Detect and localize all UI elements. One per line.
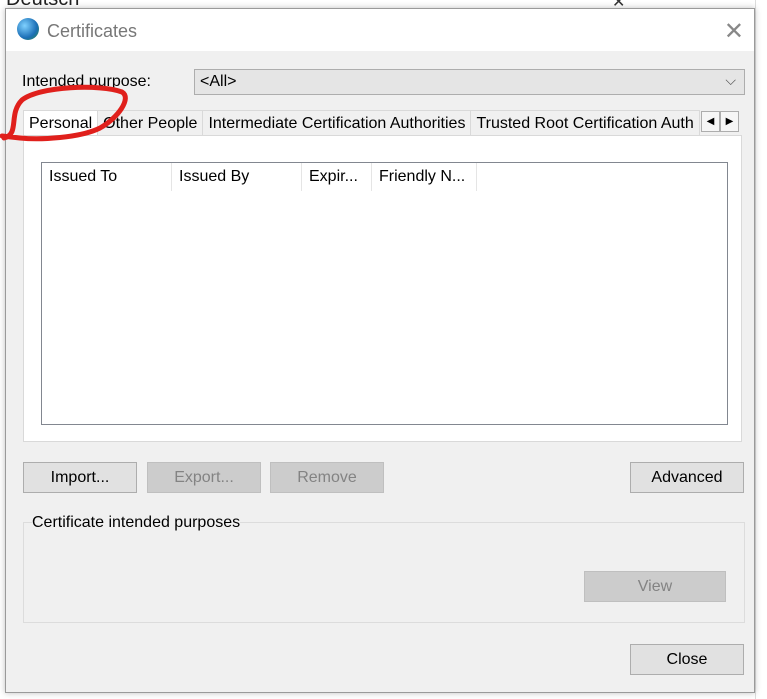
column-issued-to[interactable]: Issued To — [42, 163, 172, 191]
intended-purpose-label: Intended purpose: — [22, 73, 151, 90]
tab-scroll: ◀ ▶ — [701, 111, 739, 132]
chevron-down-icon: ⌵ — [725, 72, 736, 88]
column-expiration[interactable]: Expir... — [302, 163, 372, 191]
dialog-title: Certificates — [47, 21, 138, 41]
list-header: Issued To Issued By Expir... Friendly N.… — [42, 163, 727, 191]
certificate-globe-icon — [17, 18, 39, 40]
certificate-list[interactable]: Issued To Issued By Expir... Friendly N.… — [41, 162, 728, 425]
view-button[interactable]: View — [584, 571, 726, 602]
tab-other-people[interactable]: Other People — [97, 110, 204, 135]
remove-button[interactable]: Remove — [270, 462, 384, 493]
intended-purpose-select[interactable]: <All> ⌵ — [194, 69, 745, 95]
close-button[interactable]: Close — [630, 644, 744, 675]
tab-scroll-right-icon[interactable]: ▶ — [720, 111, 739, 132]
advanced-button[interactable]: Advanced — [630, 462, 744, 493]
import-button[interactable]: Import... — [23, 462, 137, 493]
title-bar: Certificates ✕ — [6, 9, 754, 51]
tab-strip: Personal Other People Intermediate Certifi… — [23, 110, 703, 135]
tab-personal[interactable]: Personal — [23, 110, 99, 135]
intended-purposes-label: Certificate intended purposes — [32, 514, 241, 532]
column-issued-by[interactable]: Issued By — [172, 163, 302, 191]
column-friendly-name[interactable]: Friendly N... — [372, 163, 477, 191]
tab-trusted-root-ca[interactable]: Trusted Root Certification Auth — [470, 110, 700, 135]
certificates-dialog: Certificates ✕ Intended purpose: <All> ⌵… — [5, 8, 755, 693]
close-icon[interactable]: ✕ — [724, 17, 744, 46]
tab-scroll-left-icon[interactable]: ◀ — [701, 111, 720, 132]
tab-intermediate-ca[interactable]: Intermediate Certification Authorities — [202, 110, 472, 135]
background-divider — [755, 0, 756, 699]
tab-panel: Issued To Issued By Expir... Friendly N.… — [23, 135, 742, 442]
intended-purpose-value: <All> — [200, 73, 237, 90]
export-button[interactable]: Export... — [147, 462, 261, 493]
